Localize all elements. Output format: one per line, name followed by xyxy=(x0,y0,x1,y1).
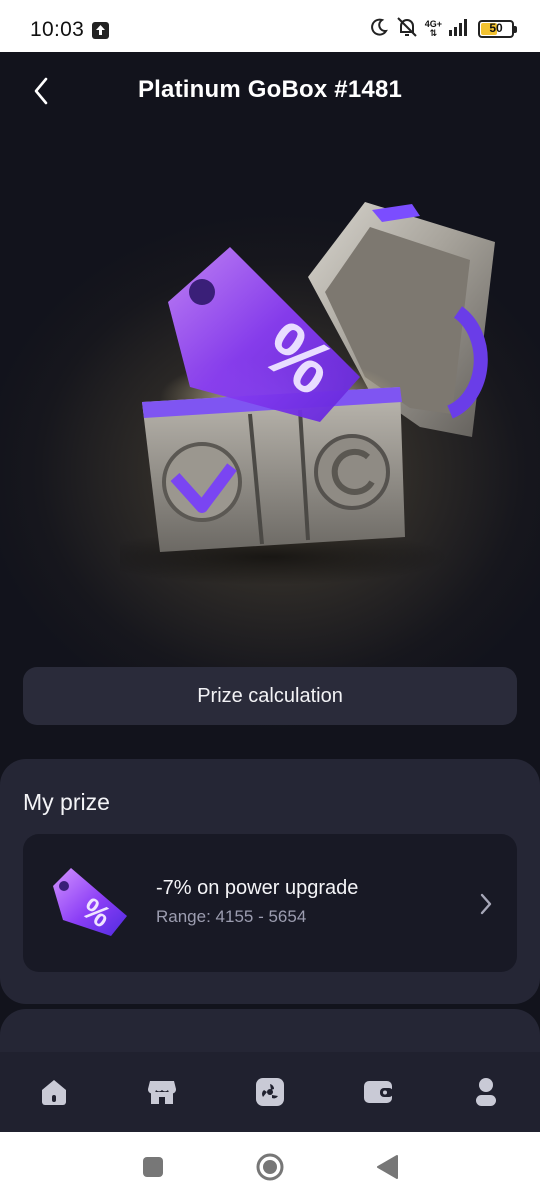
circle-icon xyxy=(256,1153,284,1181)
profile-icon xyxy=(476,1078,496,1106)
square-icon xyxy=(143,1157,163,1177)
header: Platinum GoBox #1481 xyxy=(0,52,540,128)
home-system-button[interactable] xyxy=(255,1152,285,1182)
bottom-nav xyxy=(0,1052,540,1132)
discount-tag-icon: % xyxy=(49,864,133,944)
chest-illustration: % xyxy=(90,182,530,602)
gobox-detail-screen: Platinum GoBox #1481 % Prize calculation… xyxy=(0,52,540,1052)
status-time: 10:03 xyxy=(30,18,85,41)
prize-name: -7% on power upgrade xyxy=(156,877,359,899)
prize-card[interactable]: % -7% on power upgrade Range: 4155 - 565… xyxy=(23,834,517,972)
upload-icon xyxy=(92,22,109,39)
system-nav-bar xyxy=(0,1132,540,1200)
nav-profile[interactable] xyxy=(432,1052,540,1132)
section-title: My prize xyxy=(23,789,110,815)
page-title: Platinum GoBox #1481 xyxy=(137,76,403,103)
status-bar: 10:03 4G+ ⇅ 50 xyxy=(0,0,540,52)
my-prize-section: My prize % -7% on power upgrade Range: 4… xyxy=(0,759,540,1004)
recents-button[interactable] xyxy=(138,1152,168,1182)
nav-wallet[interactable] xyxy=(324,1052,432,1132)
battery-icon: 50 xyxy=(478,20,517,38)
prize-calculation-button[interactable]: Prize calculation xyxy=(23,667,517,725)
nav-store[interactable] xyxy=(108,1052,216,1132)
wallet-icon xyxy=(364,1081,393,1103)
triangle-back-icon xyxy=(377,1155,398,1179)
prize-calculation-label: Prize calculation xyxy=(197,684,343,707)
mining-fan-icon xyxy=(256,1078,284,1106)
prize-range: Range: 4155 - 5654 xyxy=(156,907,307,926)
nav-home[interactable] xyxy=(0,1052,108,1132)
back-system-button[interactable] xyxy=(372,1152,402,1182)
network-label: 4G+ xyxy=(424,19,442,29)
signal-icon xyxy=(448,18,468,41)
next-section-card xyxy=(0,1009,540,1052)
moon-icon xyxy=(369,17,389,42)
nav-miners[interactable] xyxy=(216,1052,324,1132)
store-icon xyxy=(147,1081,177,1104)
home-icon xyxy=(42,1080,66,1105)
chevron-right-icon xyxy=(475,890,497,918)
mute-bell-icon xyxy=(395,16,419,43)
network-type: 4G+ ⇅ xyxy=(424,19,442,38)
battery-percent: 50 xyxy=(489,21,503,35)
